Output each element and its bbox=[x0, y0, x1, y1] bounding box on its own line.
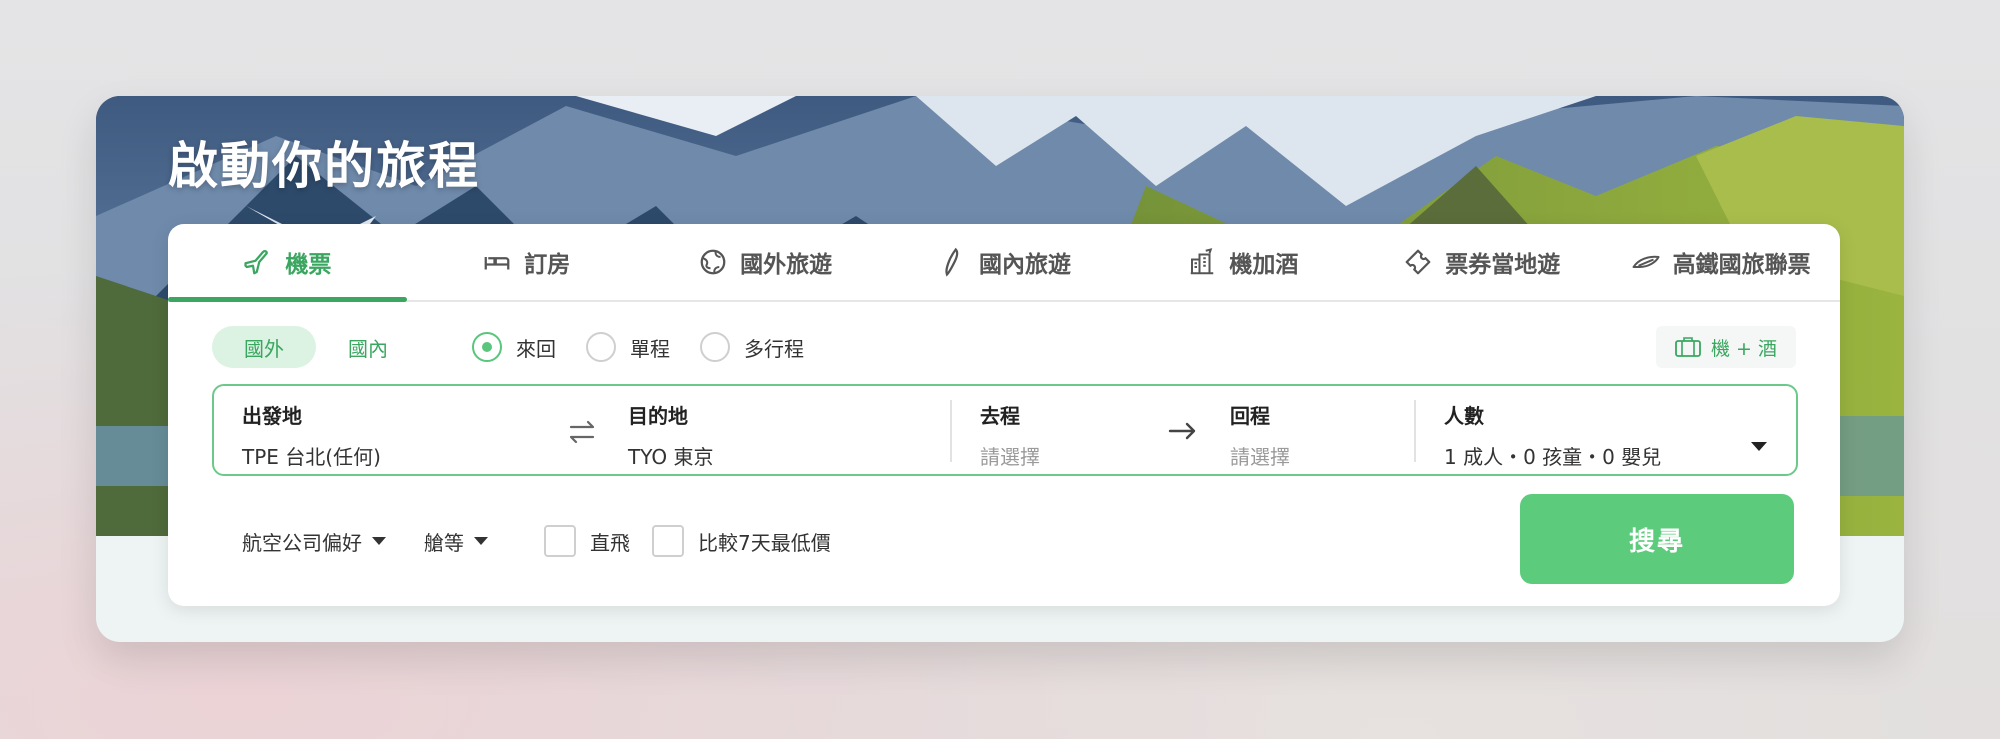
dropdown-label: 艙等 bbox=[424, 530, 464, 555]
flight-search-fields: 出發地 TPE 台北(任何) 目的地 TYO 東京 去程 請選擇 回程 請選擇 … bbox=[212, 384, 1798, 476]
region-domestic-button[interactable]: 國內 bbox=[316, 326, 420, 368]
checkbox-label: 比較7天最低價 bbox=[698, 530, 831, 555]
tab-hotels[interactable]: 訂房 bbox=[407, 224, 646, 300]
radio-checked-icon bbox=[472, 332, 502, 362]
field-divider bbox=[950, 400, 952, 462]
tab-high-speed-rail[interactable]: 高鐵國旅聯票 bbox=[1601, 224, 1840, 300]
origin-field[interactable]: 出發地 TPE 台北(任何) bbox=[242, 400, 381, 470]
tab-label: 機票 bbox=[285, 252, 332, 278]
radio-label: 來回 bbox=[516, 336, 556, 361]
checkbox-box bbox=[652, 525, 684, 557]
return-label: 回程 bbox=[1230, 404, 1270, 428]
tab-label: 國外旅遊 bbox=[740, 252, 833, 278]
combo-label: 機 + 酒 bbox=[1711, 337, 1777, 360]
radio-unchecked-icon bbox=[700, 332, 730, 362]
search-card: 啟動你的旅程 機票 訂房 國外旅遊 國內旅遊 機加酒 票券當地遊 高鐵國旅聯票 … bbox=[96, 96, 1904, 642]
trip-oneway-radio[interactable]: 單程 bbox=[586, 332, 670, 362]
ticket-icon bbox=[1405, 249, 1431, 275]
product-tabs: 機票 訂房 國外旅遊 國內旅遊 機加酒 票券當地遊 高鐵國旅聯票 bbox=[168, 224, 1840, 302]
tab-flights[interactable]: 機票 bbox=[168, 224, 407, 302]
tab-tickets[interactable]: 票券當地遊 bbox=[1362, 224, 1601, 300]
direct-flight-checkbox[interactable]: 直飛 bbox=[544, 525, 630, 557]
flight-hotel-combo-button[interactable]: 機 + 酒 bbox=[1656, 326, 1796, 368]
dropdown-label: 航空公司偏好 bbox=[242, 530, 362, 555]
depart-date-field[interactable]: 去程 請選擇 bbox=[980, 400, 1040, 470]
tab-label: 票券當地遊 bbox=[1445, 252, 1561, 278]
origin-label: 出發地 bbox=[242, 404, 302, 428]
tab-flight-hotel[interactable]: 機加酒 bbox=[1123, 224, 1362, 300]
trip-type-group: 來回 單程 多行程 bbox=[472, 326, 804, 368]
return-placeholder: 請選擇 bbox=[1230, 445, 1290, 469]
field-divider bbox=[1414, 400, 1416, 462]
checkbox-label: 直飛 bbox=[590, 530, 630, 555]
tab-label: 訂房 bbox=[524, 252, 571, 278]
radio-label: 單程 bbox=[630, 336, 670, 361]
search-button[interactable]: 搜尋 bbox=[1520, 494, 1794, 584]
suitcase-icon bbox=[1675, 337, 1701, 357]
destination-label: 目的地 bbox=[628, 404, 688, 428]
tab-overseas-tours[interactable]: 國外旅遊 bbox=[646, 224, 885, 300]
return-date-field[interactable]: 回程 請選擇 bbox=[1230, 400, 1290, 470]
depart-placeholder: 請選擇 bbox=[980, 445, 1040, 469]
high-speed-rail-icon bbox=[1632, 255, 1660, 268]
destination-value: TYO 東京 bbox=[628, 445, 714, 469]
airline-preference-dropdown[interactable]: 航空公司偏好 bbox=[242, 527, 386, 556]
region-international-button[interactable]: 國外 bbox=[212, 326, 316, 368]
trip-multicity-radio[interactable]: 多行程 bbox=[700, 332, 804, 362]
region-toggle: 國外 國內 bbox=[212, 326, 420, 368]
radio-unchecked-icon bbox=[586, 332, 616, 362]
passengers-label: 人數 bbox=[1444, 404, 1484, 428]
trip-round-radio[interactable]: 來回 bbox=[472, 332, 556, 362]
flight-hotel-icon bbox=[1191, 248, 1214, 275]
search-filters: 航空公司偏好 艙等 直飛 比較7天最低價 bbox=[242, 520, 853, 562]
search-panel: 機票 訂房 國外旅遊 國內旅遊 機加酒 票券當地遊 高鐵國旅聯票 國外 國內 來… bbox=[168, 224, 1840, 606]
taiwan-island-icon bbox=[945, 247, 959, 277]
swap-icon[interactable] bbox=[566, 416, 598, 448]
chevron-down-icon[interactable] bbox=[1751, 442, 1767, 451]
caret-down-icon bbox=[474, 537, 488, 545]
cabin-class-dropdown[interactable]: 艙等 bbox=[424, 527, 488, 556]
tab-domestic-tours[interactable]: 國內旅遊 bbox=[885, 224, 1124, 300]
globe-icon bbox=[700, 249, 726, 275]
radio-label: 多行程 bbox=[744, 336, 804, 361]
passengers-value: 1 成人・0 孩童・0 嬰兒 bbox=[1444, 445, 1662, 469]
bed-icon bbox=[484, 257, 510, 270]
airplane-icon bbox=[244, 250, 269, 275]
caret-down-icon bbox=[372, 537, 386, 545]
tab-label: 機加酒 bbox=[1229, 252, 1299, 278]
destination-field[interactable]: 目的地 TYO 東京 bbox=[628, 400, 713, 470]
hero-title: 啟動你的旅程 bbox=[168, 137, 480, 195]
tab-label: 高鐵國旅聯票 bbox=[1672, 252, 1811, 278]
tab-label: 國內旅遊 bbox=[979, 252, 1071, 278]
passengers-field[interactable]: 人數 1 成人・0 孩童・0 嬰兒 bbox=[1444, 400, 1661, 470]
checkbox-box bbox=[544, 525, 576, 557]
depart-label: 去程 bbox=[980, 404, 1020, 428]
arrow-right-icon bbox=[1168, 422, 1196, 440]
compare-7days-checkbox[interactable]: 比較7天最低價 bbox=[652, 525, 831, 557]
origin-value: TPE 台北(任何) bbox=[242, 445, 381, 469]
